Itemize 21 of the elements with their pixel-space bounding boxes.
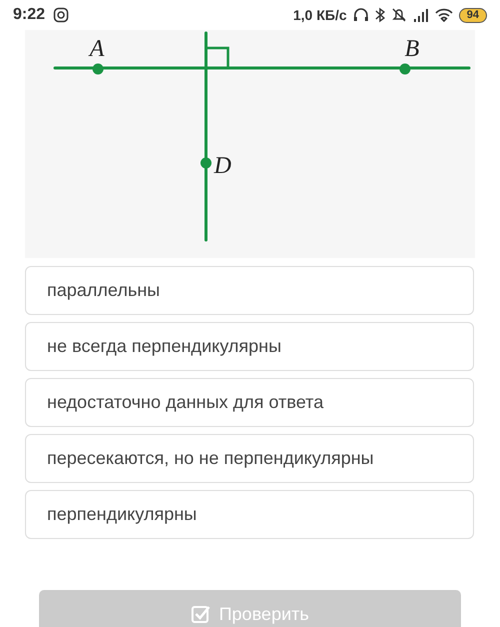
point-dot: [200, 158, 212, 168]
answer-option[interactable]: перпендикулярны: [25, 490, 474, 539]
wifi-icon: [434, 8, 453, 22]
point-dot: [400, 64, 410, 74]
checkbox-icon: [190, 604, 211, 624]
answer-option[interactable]: пересекаются, но не перпендикулярны: [25, 434, 474, 483]
point-label: A: [90, 36, 104, 62]
camera-icon: [53, 7, 70, 23]
clock-time: 9:22: [13, 6, 46, 24]
headphones-icon: [352, 7, 369, 23]
battery-level: 94: [458, 8, 487, 22]
network-speed: 1,0 КБ/с: [293, 7, 347, 23]
answer-option[interactable]: параллельны: [25, 266, 474, 315]
signal-icon: [412, 8, 429, 22]
bell-off-icon: [390, 7, 407, 23]
point-dot: [92, 64, 104, 74]
point-label: D: [214, 153, 232, 179]
bluetooth-icon: [374, 7, 385, 23]
point-label: B: [404, 36, 420, 62]
answer-option[interactable]: недостаточно данных для ответа: [25, 378, 474, 427]
answer-option[interactable]: не всегда перпендикулярны: [25, 322, 474, 371]
